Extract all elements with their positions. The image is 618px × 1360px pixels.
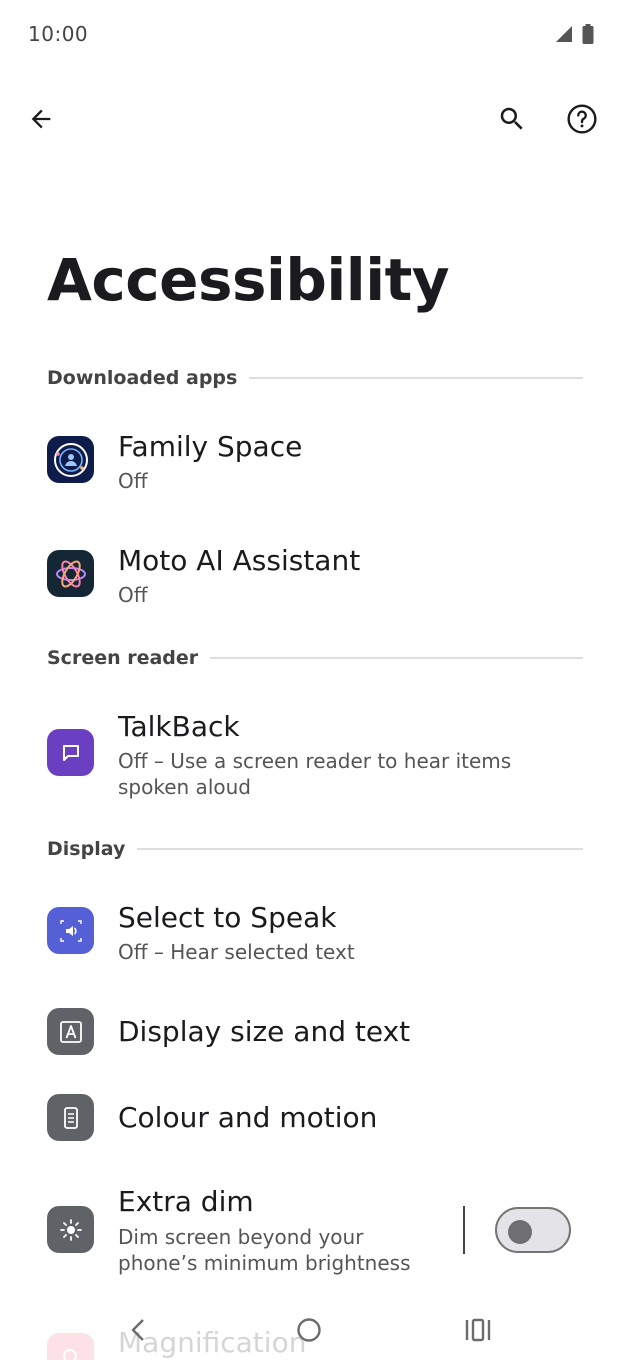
item-title: TalkBack bbox=[118, 710, 240, 743]
signal-icon bbox=[556, 26, 572, 42]
battery-icon bbox=[582, 24, 594, 44]
item-title: Moto AI Assistant bbox=[118, 544, 361, 577]
list-item-display-size-and-text[interactable]: Display size and text bbox=[0, 1003, 618, 1061]
item-summary: Dim screen beyond your phone’s minimum b… bbox=[118, 1225, 411, 1275]
top-app-bar bbox=[0, 90, 618, 150]
talkback-speech-bubble-icon bbox=[62, 744, 79, 761]
list-item-family-space[interactable]: Family Space Off bbox=[0, 420, 618, 510]
select-to-speak-app-icon bbox=[47, 907, 94, 954]
colour-motion-app-icon bbox=[47, 1094, 94, 1141]
accessibility-screen: 10:00 Accessibility Downloaded apps Fami… bbox=[0, 0, 618, 1360]
system-navigation-bar bbox=[0, 1298, 618, 1360]
section-header-display: Display bbox=[47, 834, 583, 864]
status-bar: 10:00 bbox=[0, 0, 618, 70]
toggle-thumb bbox=[508, 1220, 532, 1244]
speaker-icon bbox=[59, 919, 82, 942]
nav-recents-button[interactable] bbox=[454, 1306, 502, 1354]
search-button[interactable] bbox=[488, 95, 536, 143]
family-space-app-icon bbox=[47, 436, 94, 483]
phone-screen-icon bbox=[63, 1106, 78, 1129]
item-title: Colour and motion bbox=[118, 1101, 378, 1134]
toggle-divider bbox=[463, 1206, 465, 1254]
list-item-colour-and-motion[interactable]: Colour and motion bbox=[0, 1089, 618, 1147]
nav-back-button[interactable] bbox=[115, 1306, 163, 1354]
moto-ai-icon bbox=[55, 560, 86, 587]
section-label: Screen reader bbox=[47, 647, 199, 669]
item-title: Select to Speak bbox=[118, 901, 337, 934]
item-title: Display size and text bbox=[118, 1015, 411, 1048]
font-size-icon bbox=[59, 1020, 82, 1043]
extra-dim-app-icon bbox=[47, 1206, 94, 1253]
section-header-downloaded-apps: Downloaded apps bbox=[47, 363, 583, 393]
section-divider bbox=[249, 377, 583, 379]
list-item-moto-ai-assistant[interactable]: Moto AI Assistant Off bbox=[0, 534, 618, 624]
chevron-left-icon bbox=[131, 1319, 144, 1341]
search-icon bbox=[500, 107, 523, 130]
list-item-select-to-speak[interactable]: Select to Speak Off – Hear selected text bbox=[0, 891, 618, 981]
item-summary: Off bbox=[118, 469, 148, 493]
home-circle-icon bbox=[297, 1318, 321, 1342]
page-title: Accessibility bbox=[47, 246, 450, 314]
section-label: Downloaded apps bbox=[47, 367, 238, 389]
status-icons bbox=[554, 24, 594, 44]
display-size-app-icon bbox=[47, 1008, 94, 1055]
back-button[interactable] bbox=[17, 95, 65, 143]
brightness-low-icon bbox=[59, 1218, 82, 1241]
arrow-back-icon bbox=[31, 109, 51, 129]
item-summary: Off bbox=[118, 583, 148, 607]
status-time: 10:00 bbox=[28, 22, 89, 46]
talkback-app-icon bbox=[47, 729, 94, 776]
section-divider bbox=[137, 848, 583, 850]
nav-home-button[interactable] bbox=[285, 1306, 333, 1354]
list-item-talkback[interactable]: TalkBack Off – Use a screen reader to he… bbox=[0, 700, 618, 810]
item-summary: Off – Hear selected text bbox=[118, 940, 355, 964]
family-space-icon bbox=[53, 442, 88, 477]
help-button[interactable] bbox=[558, 95, 606, 143]
help-circle-icon bbox=[567, 104, 597, 134]
extra-dim-toggle[interactable] bbox=[495, 1207, 571, 1253]
section-header-screen-reader: Screen reader bbox=[47, 643, 583, 673]
item-title: Extra dim bbox=[118, 1185, 254, 1218]
section-divider bbox=[210, 657, 583, 659]
item-title: Family Space bbox=[118, 430, 303, 463]
recents-icon bbox=[465, 1318, 491, 1342]
section-label: Display bbox=[47, 838, 126, 860]
item-summary: Off – Use a screen reader to hear items … bbox=[118, 749, 512, 799]
moto-ai-app-icon bbox=[47, 550, 94, 597]
